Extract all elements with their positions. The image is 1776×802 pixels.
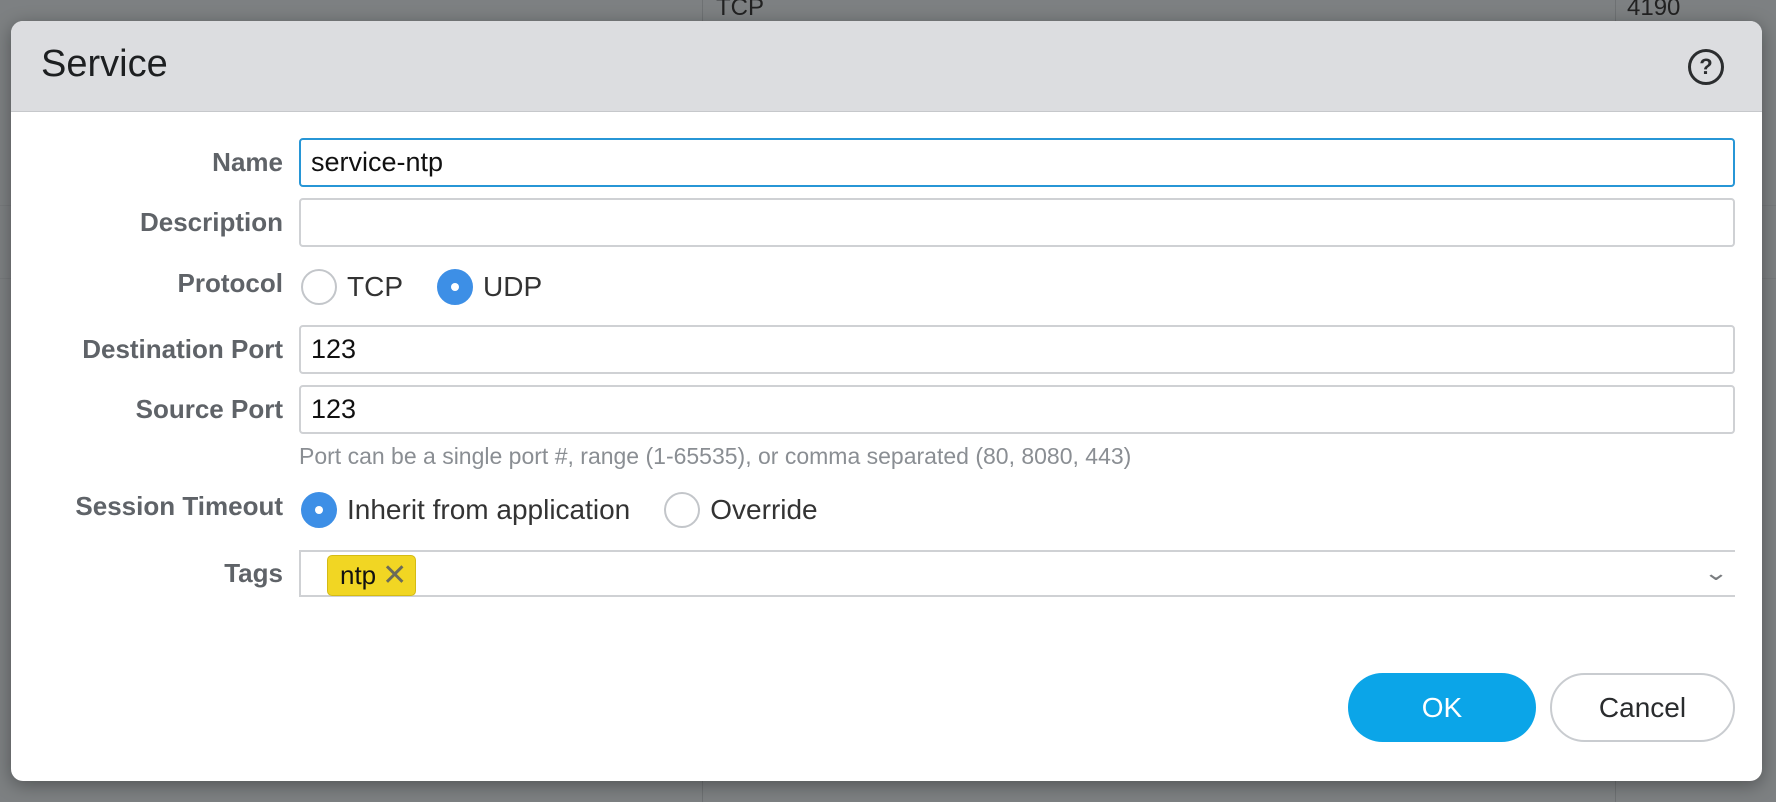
session-timeout-radio-group: Inherit from application Override: [301, 490, 852, 530]
radio-unchecked-icon[interactable]: [301, 269, 337, 305]
help-icon[interactable]: ?: [1688, 49, 1724, 85]
ok-button[interactable]: OK: [1348, 673, 1536, 742]
radio-checked-icon[interactable]: [301, 492, 337, 528]
destination-port-label: Destination Port: [82, 334, 283, 364]
description-input[interactable]: [299, 198, 1735, 247]
tags-label: Tags: [224, 558, 283, 588]
dialog-title: Service: [41, 43, 168, 85]
source-port-input[interactable]: [299, 385, 1735, 434]
description-label: Description: [139, 207, 283, 237]
protocol-option-label: TCP: [347, 271, 403, 302]
session-timeout-label: Session Timeout: [75, 491, 283, 521]
background-cell-port: 4190: [1627, 0, 1681, 21]
tags-select[interactable]: ntp ✕ ⌄: [299, 550, 1735, 597]
name-input[interactable]: [299, 138, 1735, 187]
radio-checked-icon[interactable]: [437, 269, 473, 305]
port-hint-text: Port can be a single port #, range (1-65…: [299, 443, 1132, 469]
protocol-label: Protocol: [177, 268, 283, 298]
close-icon[interactable]: ✕: [382, 560, 407, 591]
background-cell-protocol: TCP: [716, 0, 764, 21]
protocol-option-label: UDP: [483, 271, 543, 302]
radio-unchecked-icon[interactable]: [664, 492, 701, 528]
session-timeout-option-override[interactable]: Override: [664, 492, 818, 528]
session-timeout-option-label: Override: [710, 494, 818, 525]
session-timeout-option-inherit[interactable]: Inherit from application: [301, 492, 630, 528]
tag-chip: ntp ✕: [327, 555, 417, 596]
chevron-down-icon[interactable]: ⌄: [1695, 558, 1737, 588]
protocol-radio-group: TCP UDP: [301, 267, 576, 307]
destination-port-input[interactable]: [299, 325, 1735, 374]
session-timeout-option-label: Inherit from application: [347, 494, 631, 525]
name-label: Name: [212, 147, 283, 177]
source-port-label: Source Port: [135, 394, 283, 424]
protocol-option-udp[interactable]: UDP: [437, 269, 542, 305]
service-dialog: Service ? Name Description Protocol TCP …: [11, 21, 1762, 781]
protocol-option-tcp[interactable]: TCP: [301, 269, 403, 305]
dialog-header: Service ?: [11, 21, 1762, 112]
cancel-button[interactable]: Cancel: [1550, 673, 1735, 742]
tag-chip-text: ntp: [340, 560, 377, 590]
